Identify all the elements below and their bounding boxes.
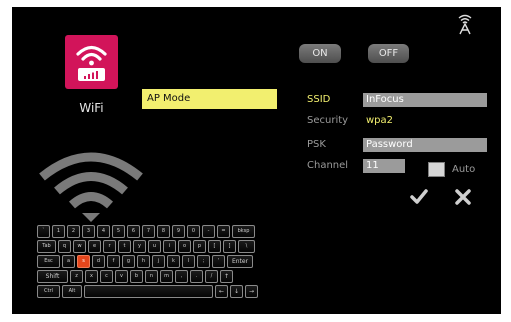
off-button[interactable]: OFF	[368, 44, 409, 63]
key-x[interactable]: x	[85, 270, 98, 283]
key-b[interactable]: b	[130, 270, 143, 283]
close-icon[interactable]	[455, 189, 471, 205]
key-alt[interactable]: Alt	[62, 285, 82, 298]
key-l[interactable]: l	[182, 255, 195, 268]
key-backspace[interactable]: bksp	[232, 225, 255, 238]
key-space[interactable]	[84, 285, 213, 298]
key-y[interactable]: y	[133, 240, 146, 253]
key-s[interactable]: s	[77, 255, 90, 268]
channel-label: Channel	[307, 160, 349, 171]
key-n[interactable]: n	[145, 270, 158, 283]
key-a[interactable]: a	[62, 255, 75, 268]
key-q[interactable]: q	[58, 240, 71, 253]
key-8[interactable]: 8	[157, 225, 170, 238]
psk-field[interactable]: Password	[363, 138, 487, 152]
key-backtick[interactable]: `	[37, 225, 50, 238]
key-minus[interactable]: -	[202, 225, 215, 238]
key-o[interactable]: o	[178, 240, 191, 253]
key-equals[interactable]: =	[217, 225, 230, 238]
key-down-arrow[interactable]: ↓	[230, 285, 243, 298]
key-left-bracket[interactable]: [	[208, 240, 221, 253]
key-5[interactable]: 5	[112, 225, 125, 238]
key-6[interactable]: 6	[127, 225, 140, 238]
key-left-arrow[interactable]: ←	[215, 285, 228, 298]
key-j[interactable]: j	[152, 255, 165, 268]
key-comma[interactable]: ,	[175, 270, 188, 283]
auto-label: Auto	[452, 164, 476, 175]
auto-checkbox[interactable]	[428, 162, 445, 177]
key-c[interactable]: c	[100, 270, 113, 283]
wireless-antenna-icon	[455, 12, 475, 36]
ssid-field[interactable]: InFocus	[363, 93, 487, 107]
key-ctrl[interactable]: Ctrl	[37, 285, 60, 298]
key-enter[interactable]: Enter	[227, 255, 253, 268]
checkmark-icon[interactable]	[410, 188, 428, 206]
key-w[interactable]: w	[73, 240, 86, 253]
key-right-bracket[interactable]: ]	[223, 240, 236, 253]
key-z[interactable]: z	[70, 270, 83, 283]
channel-field[interactable]: 11	[363, 159, 405, 173]
key-9[interactable]: 9	[172, 225, 185, 238]
key-slash[interactable]: /	[205, 270, 218, 283]
key-g[interactable]: g	[122, 255, 135, 268]
security-value[interactable]: wpa2	[366, 114, 393, 128]
wifi-caption: WiFi	[79, 101, 104, 115]
key-period[interactable]: .	[190, 270, 203, 283]
ssid-label: SSID	[307, 94, 331, 105]
key-quote[interactable]: '	[212, 255, 225, 268]
wifi-signal-icon	[38, 147, 144, 223]
on-button[interactable]: ON	[299, 44, 341, 63]
wifi-tile	[65, 35, 118, 89]
wifi-router-icon	[76, 45, 107, 81]
key-k[interactable]: k	[167, 255, 180, 268]
key-2[interactable]: 2	[67, 225, 80, 238]
key-shift[interactable]: Shift	[37, 270, 68, 283]
key-f[interactable]: f	[107, 255, 120, 268]
key-right-arrow[interactable]: →	[245, 285, 258, 298]
key-semicolon[interactable]: ;	[197, 255, 210, 268]
key-m[interactable]: m	[160, 270, 173, 283]
key-up-arrow[interactable]: ↑	[220, 270, 233, 283]
key-e[interactable]: e	[88, 240, 101, 253]
key-backslash[interactable]: \	[238, 240, 255, 253]
key-u[interactable]: u	[148, 240, 161, 253]
on-screen-keyboard: ` 1 2 3 4 5 6 7 8 9 0 - = bksp Tab q w e…	[37, 225, 283, 311]
key-i[interactable]: i	[163, 240, 176, 253]
settings-screen: WiFi AP Mode ON OFF SSID InFocus Securit…	[12, 7, 501, 314]
key-d[interactable]: d	[92, 255, 105, 268]
key-tab[interactable]: Tab	[37, 240, 56, 253]
key-p[interactable]: p	[193, 240, 206, 253]
key-h[interactable]: h	[137, 255, 150, 268]
key-v[interactable]: v	[115, 270, 128, 283]
key-4[interactable]: 4	[97, 225, 110, 238]
key-1[interactable]: 1	[52, 225, 65, 238]
key-t[interactable]: t	[118, 240, 131, 253]
key-r[interactable]: r	[103, 240, 116, 253]
security-label: Security	[307, 115, 349, 126]
key-3[interactable]: 3	[82, 225, 95, 238]
key-7[interactable]: 7	[142, 225, 155, 238]
ap-mode-field[interactable]: AP Mode	[142, 89, 277, 109]
psk-label: PSK	[307, 139, 326, 150]
key-esc[interactable]: Esc	[37, 255, 60, 268]
key-0[interactable]: 0	[187, 225, 200, 238]
